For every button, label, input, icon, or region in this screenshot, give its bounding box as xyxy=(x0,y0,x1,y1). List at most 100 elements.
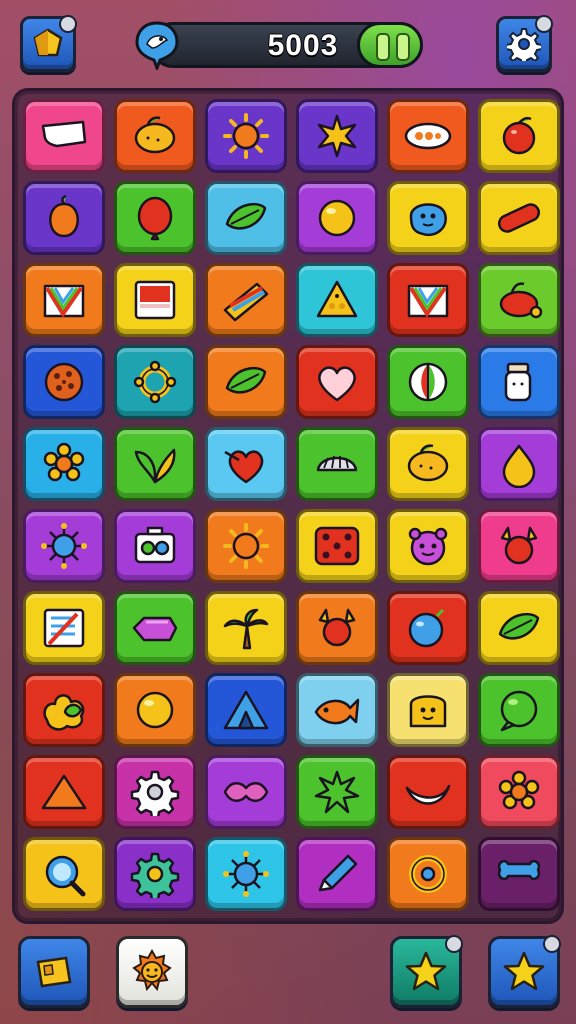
tile[interactable] xyxy=(387,345,469,419)
tile[interactable] xyxy=(296,427,378,501)
flower-icon xyxy=(498,770,540,810)
flower-icon xyxy=(43,442,85,482)
tile[interactable] xyxy=(478,427,560,501)
tile[interactable] xyxy=(114,427,196,501)
bandage-icon xyxy=(41,120,87,148)
star-icon xyxy=(405,951,447,991)
pill-segment xyxy=(396,33,410,61)
tile[interactable] xyxy=(478,263,560,337)
cheese-icon xyxy=(316,280,358,318)
tile[interactable] xyxy=(387,99,469,173)
tile[interactable] xyxy=(23,345,105,419)
gear-icon xyxy=(507,28,541,61)
star-button-blue[interactable] xyxy=(488,935,561,1008)
tile[interactable] xyxy=(296,673,378,747)
star-button-green[interactable] xyxy=(390,935,463,1008)
leaf-icon xyxy=(498,613,540,640)
tile[interactable] xyxy=(478,345,560,419)
tile[interactable] xyxy=(478,755,560,829)
tile[interactable] xyxy=(205,509,287,583)
tile[interactable] xyxy=(114,345,196,419)
plum-icon xyxy=(408,608,445,648)
tile[interactable] xyxy=(114,673,196,747)
game-board xyxy=(12,88,564,924)
triangle-icon xyxy=(41,774,87,810)
notebook-icon xyxy=(43,608,85,648)
lemon-icon xyxy=(134,116,176,154)
peach-icon xyxy=(49,194,79,238)
tile[interactable] xyxy=(23,837,105,911)
tile[interactable] xyxy=(478,181,560,255)
tile[interactable] xyxy=(205,345,287,419)
tile[interactable] xyxy=(296,837,378,911)
tile[interactable] xyxy=(478,99,560,173)
tile[interactable] xyxy=(23,591,105,665)
tile[interactable] xyxy=(387,591,469,665)
tile[interactable] xyxy=(114,263,196,337)
ring-icon xyxy=(133,360,177,404)
score-progress-pill xyxy=(357,22,423,68)
tile[interactable] xyxy=(23,427,105,501)
blob-icon xyxy=(409,203,447,237)
corner-badge xyxy=(535,15,553,33)
camera-icon xyxy=(134,526,176,564)
shell-icon xyxy=(316,455,358,472)
tile[interactable] xyxy=(23,509,105,583)
ticket-button[interactable] xyxy=(18,936,90,1008)
leaf-icon xyxy=(225,367,267,394)
tile[interactable] xyxy=(478,591,560,665)
tile[interactable] xyxy=(23,99,105,173)
tile[interactable] xyxy=(387,181,469,255)
tile[interactable] xyxy=(23,181,105,255)
tile[interactable] xyxy=(387,837,469,911)
tile[interactable] xyxy=(296,181,378,255)
tile[interactable] xyxy=(114,755,196,829)
ruler-icon xyxy=(223,282,269,322)
tile[interactable] xyxy=(23,263,105,337)
leaf-icon xyxy=(225,203,267,230)
tile[interactable] xyxy=(205,755,287,829)
tile[interactable] xyxy=(296,345,378,419)
tile[interactable] xyxy=(387,263,469,337)
tile[interactable] xyxy=(478,509,560,583)
tile[interactable] xyxy=(114,181,196,255)
sun-face-button[interactable] xyxy=(116,936,188,1008)
sun-icon xyxy=(223,523,269,569)
prism-icon xyxy=(407,284,449,318)
bubble-icon xyxy=(500,690,538,732)
tent-icon xyxy=(223,690,269,730)
tile[interactable] xyxy=(387,755,469,829)
tile[interactable] xyxy=(296,755,378,829)
tile[interactable] xyxy=(387,509,469,583)
tile[interactable] xyxy=(205,673,287,747)
target-icon xyxy=(409,855,447,893)
tile[interactable] xyxy=(114,591,196,665)
tile[interactable] xyxy=(296,263,378,337)
tile[interactable] xyxy=(114,837,196,911)
tile[interactable] xyxy=(114,99,196,173)
tube-icon xyxy=(497,203,541,233)
tile[interactable] xyxy=(478,837,560,911)
tile[interactable] xyxy=(205,591,287,665)
corner-badge xyxy=(59,15,77,33)
tile[interactable] xyxy=(205,837,287,911)
tile[interactable] xyxy=(387,673,469,747)
crab-icon xyxy=(318,608,356,647)
tile[interactable] xyxy=(296,509,378,583)
tile[interactable] xyxy=(205,427,287,501)
tile[interactable] xyxy=(23,755,105,829)
menu-button[interactable] xyxy=(20,15,77,72)
tile[interactable] xyxy=(205,99,287,173)
pill-segment xyxy=(376,33,390,61)
settings-button[interactable] xyxy=(496,15,553,72)
tile[interactable] xyxy=(205,181,287,255)
tile[interactable] xyxy=(23,673,105,747)
tile[interactable] xyxy=(387,427,469,501)
tile[interactable] xyxy=(296,591,378,665)
heart-icon xyxy=(318,366,356,402)
tile[interactable] xyxy=(205,263,287,337)
tile[interactable] xyxy=(114,509,196,583)
ticket-icon xyxy=(36,956,72,988)
tile[interactable] xyxy=(478,673,560,747)
tile[interactable] xyxy=(296,99,378,173)
